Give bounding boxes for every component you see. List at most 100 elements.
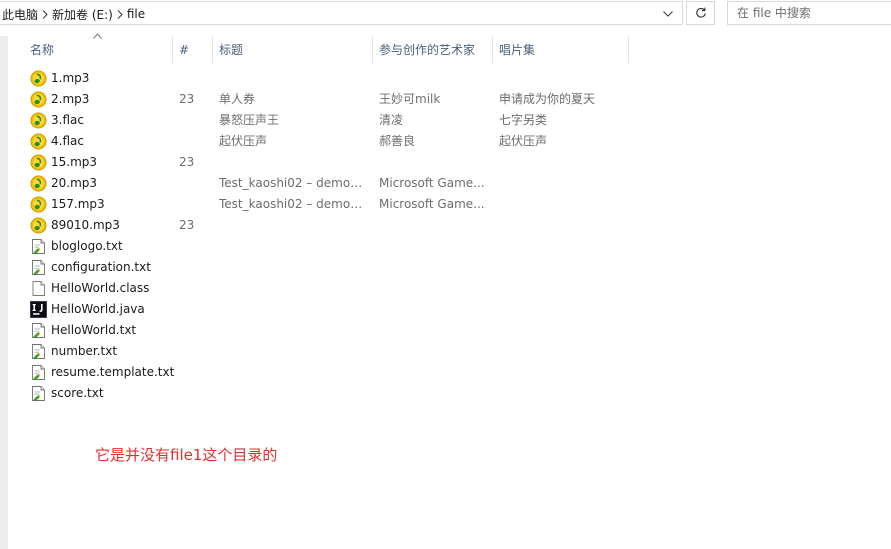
column-divider[interactable] (492, 36, 493, 63)
refresh-icon (695, 7, 706, 18)
track-album (499, 362, 639, 383)
track-number (179, 320, 201, 341)
file-name: 4.flac (51, 134, 84, 148)
track-title (219, 236, 369, 257)
file-row[interactable]: 157.mp3 Test_kaoshi02 – demo0... Microsoft… (24, 194, 644, 215)
address-bar[interactable]: 此电脑 新加卷 (E:) file (0, 1, 683, 25)
file-name: 89010.mp3 (51, 218, 120, 232)
track-album (499, 383, 639, 404)
track-artist: 郝善良 (379, 134, 416, 148)
track-title: 起伏压声 (219, 134, 268, 148)
file-row[interactable]: 20.mp3 Test_kaoshi02 – demo0... Microsoft … (24, 173, 644, 194)
track-album (499, 173, 639, 194)
music-file-icon (30, 70, 47, 87)
navigation-bar: 此电脑 新加卷 (E:) file (0, 0, 891, 28)
file-row[interactable]: 4.flac 起伏压声 郝善良 起伏压声 (24, 131, 644, 152)
track-title (219, 341, 369, 362)
file-row[interactable]: 3.flac 暴怒压声王 清凌 七字另类 (24, 110, 644, 131)
search-input[interactable] (737, 3, 887, 23)
file-name: 1.mp3 (51, 71, 90, 85)
file-row[interactable]: 2.mp3 23 单人券 王妙可milk 申请成为你的夏天 (24, 89, 644, 110)
track-album (499, 236, 639, 257)
file-name: 15.mp3 (51, 155, 98, 169)
track-album (499, 215, 639, 236)
text-file-icon (30, 322, 47, 339)
track-title (219, 320, 369, 341)
track-artist (379, 152, 487, 173)
track-number (179, 257, 201, 278)
track-number (179, 131, 201, 152)
track-album (499, 299, 639, 320)
track-artist (379, 68, 487, 89)
refresh-button[interactable] (686, 1, 715, 25)
track-artist (379, 320, 487, 341)
file-row[interactable]: HelloWorld.txt (24, 320, 644, 341)
track-number (179, 299, 201, 320)
column-divider[interactable] (628, 36, 629, 63)
track-artist (379, 278, 487, 299)
column-header-name[interactable]: 名称 (30, 36, 170, 63)
music-file-icon (30, 112, 47, 129)
track-number: 23 (179, 155, 195, 169)
column-divider[interactable] (172, 36, 173, 63)
file-row[interactable]: resume.template.txt (24, 362, 644, 383)
music-file-icon (30, 196, 47, 213)
file-row[interactable]: HelloWorld.class (24, 278, 644, 299)
column-header-title[interactable]: 标题 (219, 36, 369, 63)
track-artist (379, 257, 487, 278)
track-title (219, 278, 369, 299)
track-album (499, 320, 639, 341)
breadcrumb-this-pc[interactable]: 此电脑 (2, 6, 38, 23)
file-name: 2.mp3 (51, 92, 90, 106)
address-history-dropdown[interactable] (660, 6, 676, 22)
track-album (499, 194, 639, 215)
music-file-icon (30, 91, 47, 108)
file-name: bloglogo.txt (51, 239, 123, 253)
column-divider[interactable] (372, 36, 373, 63)
chevron-right-icon[interactable] (38, 9, 52, 19)
column-divider[interactable] (212, 36, 213, 63)
file-row[interactable]: HelloWorld.java (24, 299, 644, 320)
file-row[interactable]: number.txt (24, 341, 644, 362)
track-album: 起伏压声 (499, 134, 548, 148)
track-number (179, 68, 201, 89)
file-row[interactable]: bloglogo.txt (24, 236, 644, 257)
text-file-icon (30, 259, 47, 276)
column-header-number[interactable]: # (179, 36, 209, 63)
file-row[interactable]: 15.mp3 23 (24, 152, 644, 173)
chevron-right-icon[interactable] (113, 9, 127, 19)
navigation-pane-edge[interactable] (0, 36, 8, 549)
breadcrumb-file[interactable]: file (127, 7, 145, 21)
track-number (179, 110, 201, 131)
column-header-album[interactable]: 唱片集 (499, 36, 624, 63)
file-name: HelloWorld.txt (51, 323, 137, 337)
breadcrumb-volume-e[interactable]: 新加卷 (E:) (52, 6, 113, 23)
track-title (219, 383, 369, 404)
track-number (179, 173, 201, 194)
track-album (499, 152, 639, 173)
track-artist (379, 236, 487, 257)
track-artist (379, 383, 487, 404)
track-title (219, 68, 369, 89)
file-name: number.txt (51, 344, 118, 358)
track-album (499, 257, 639, 278)
file-row[interactable]: 1.mp3 (24, 68, 644, 89)
track-artist (379, 215, 487, 236)
track-title (219, 152, 369, 173)
search-box[interactable] (727, 1, 891, 25)
blank-file-icon (30, 280, 47, 297)
track-title (219, 362, 369, 383)
track-number: 23 (179, 92, 195, 106)
file-name: HelloWorld.class (51, 281, 150, 295)
text-file-icon (30, 364, 47, 381)
intellij-file-icon (30, 301, 47, 318)
track-artist: 王妙可milk (379, 92, 441, 106)
track-title: 单人券 (219, 92, 256, 106)
file-row[interactable]: configuration.txt (24, 257, 644, 278)
track-title: Test_kaoshi02 – demo0... (219, 197, 369, 211)
file-row[interactable]: 89010.mp3 23 (24, 215, 644, 236)
track-title: 暴怒压声王 (219, 113, 280, 127)
file-name: configuration.txt (51, 260, 151, 274)
file-row[interactable]: score.txt (24, 383, 644, 404)
column-header-artist[interactable]: 参与创作的艺术家 (379, 36, 489, 63)
